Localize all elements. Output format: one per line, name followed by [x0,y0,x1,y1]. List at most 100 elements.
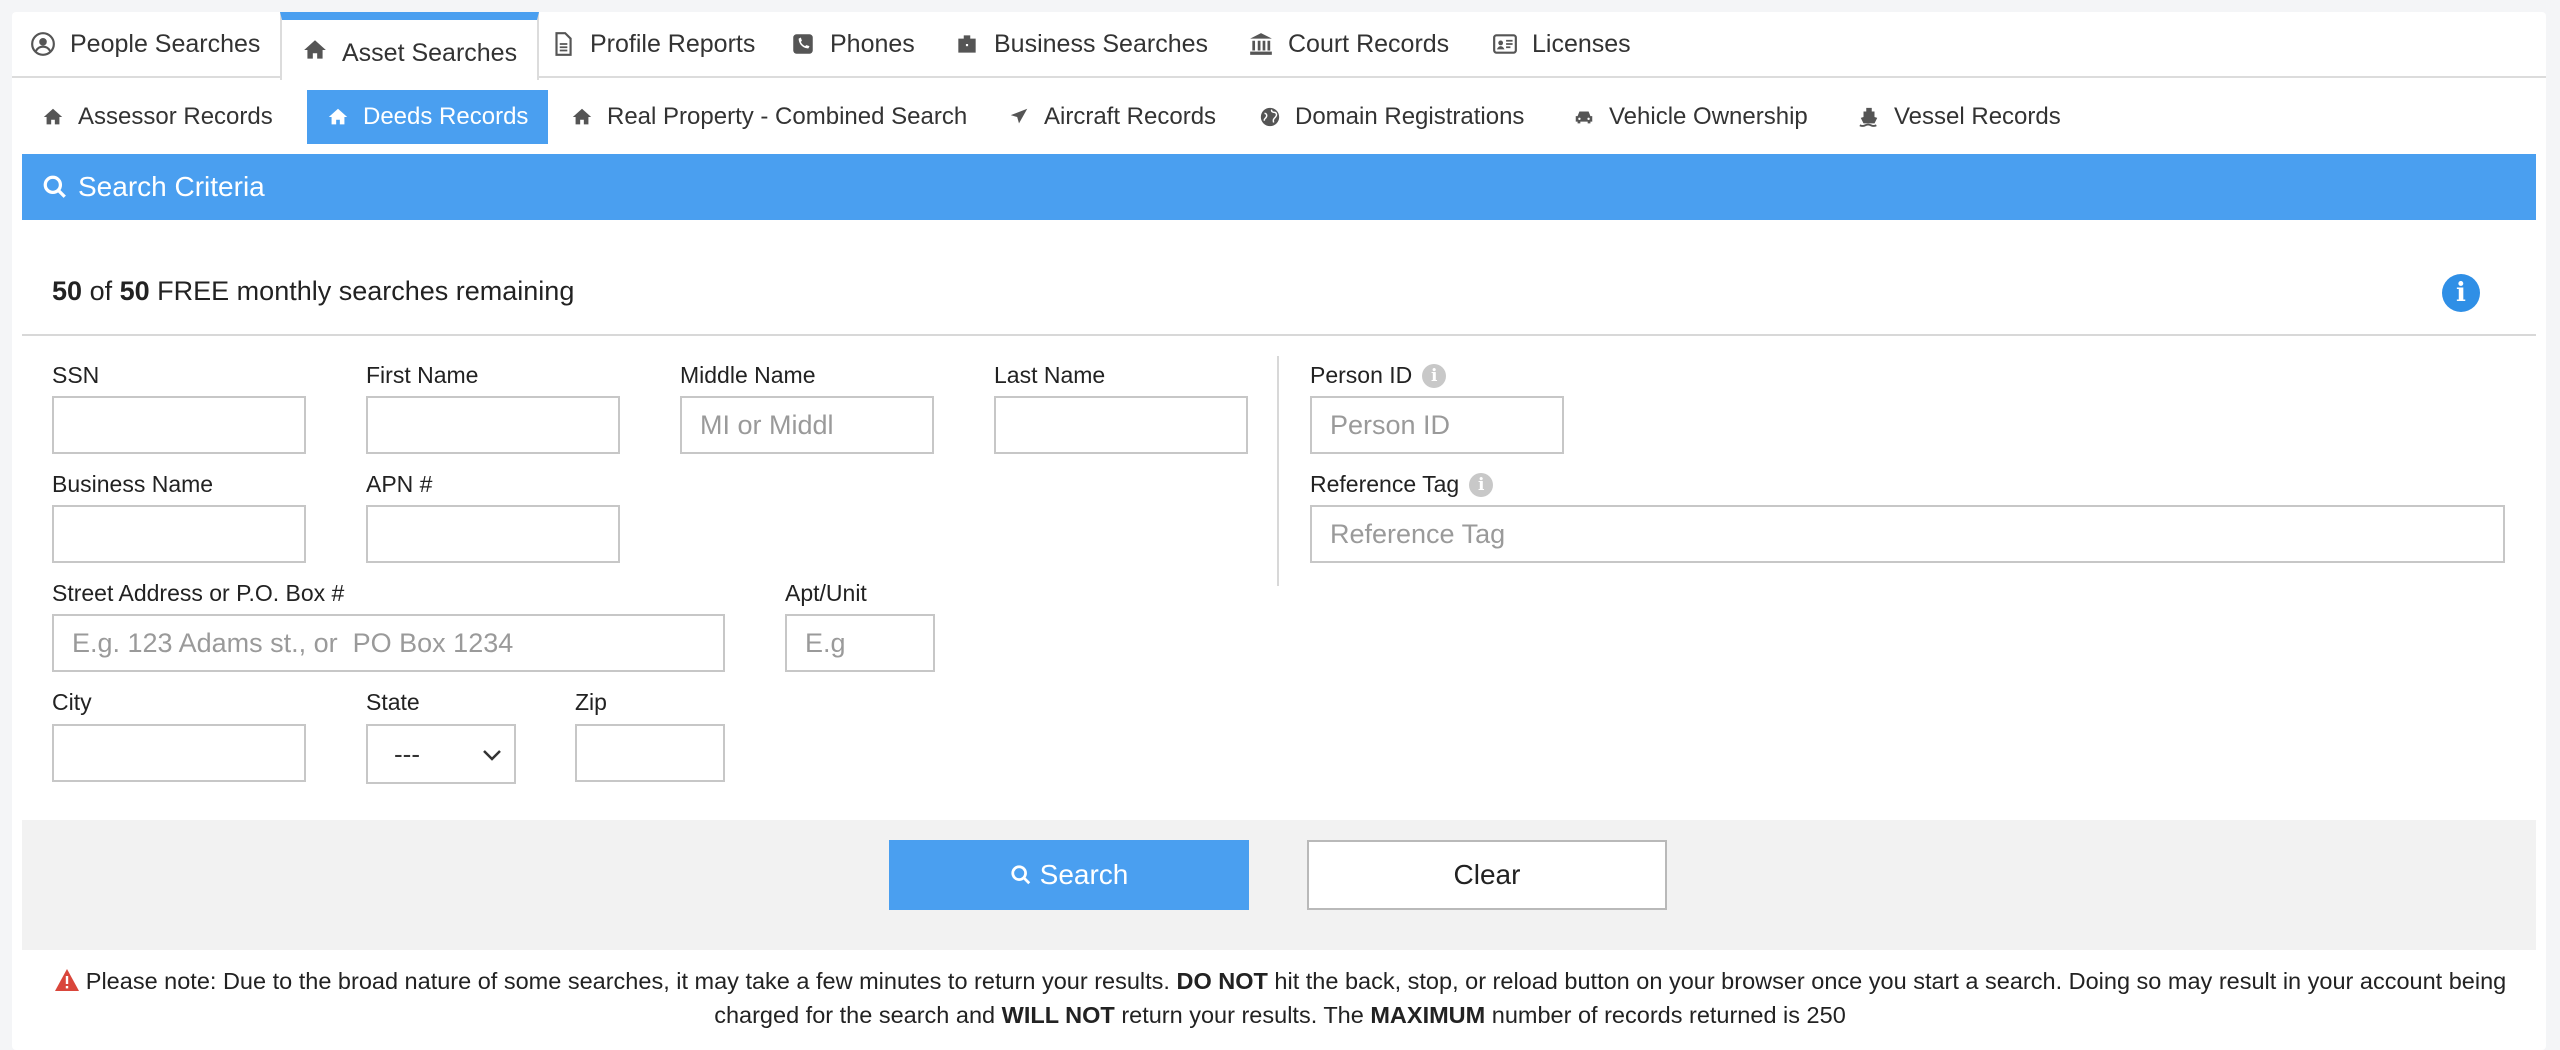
person-id-input[interactable] [1310,396,1564,454]
searches-total: 50 [119,276,150,306]
clear-button-label: Clear [1453,859,1521,890]
middle-name-label: Middle Name [680,362,816,388]
tab-profile-reports[interactable]: Profile Reports [550,14,755,74]
searches-remaining: 50 of 50 FREE monthly searches remaining [52,276,574,307]
tab-asset-searches[interactable]: Asset Searches [280,12,540,80]
subtab-label: Real Property - Combined Search [607,103,968,130]
reference-tag-label: Reference Tag i [1310,471,1494,498]
user-circle-icon [31,32,55,56]
tab-label: People Searches [70,29,261,58]
search-button[interactable]: Search [889,840,1249,910]
last-name-input[interactable] [994,396,1248,454]
notice-text-3: return your results. The [1121,1002,1364,1028]
subtab-real-property[interactable]: Real Property - Combined Search [551,90,987,144]
search-icon [43,175,66,198]
ssn-label: SSN [52,362,100,388]
top-tab-bar: People Searches Asset Searches Profile R… [12,12,2546,80]
ship-icon [1859,107,1878,127]
tab-label: Profile Reports [590,29,756,58]
middle-name-input[interactable] [680,396,934,454]
page-frame: People Searches Asset Searches Profile R… [12,12,2546,1050]
apt-unit-input[interactable] [785,614,935,672]
tab-phones[interactable]: Phones [790,14,915,74]
searches-of: of [89,276,113,306]
action-bar [22,820,2536,950]
subtab-label: Deeds Records [363,103,529,130]
searches-suffix: FREE monthly searches remaining [157,276,575,306]
city-input[interactable] [52,724,306,782]
info-tooltip-icon[interactable]: i [1422,363,1447,388]
home-icon [572,108,592,125]
apn-label: APN # [366,471,433,497]
id-card-icon [1493,34,1517,54]
zip-input[interactable] [575,724,725,782]
notice-bold-3: MAXIMUM [1370,1002,1486,1028]
subtab-domain-registrations[interactable]: Domain Registrations [1239,90,1544,144]
reference-tag-input[interactable] [1310,505,2505,563]
warning-icon [54,969,79,991]
plane-icon [1010,108,1028,124]
courthouse-icon [1250,33,1272,55]
subtab-vessel-records[interactable]: Vessel Records [1838,90,2081,144]
subtab-label: Vessel Records [1894,103,2061,130]
search-notice: Please note: Due to the broad nature of … [52,964,2508,1032]
state-select[interactable]: --- [366,724,516,784]
column-divider [1277,356,1279,586]
subtab-deeds-records[interactable]: Deeds Records [307,90,549,144]
searches-used: 50 [52,276,83,306]
briefcase-icon [958,35,976,53]
subtab-label: Aircraft Records [1044,103,1217,130]
tab-label: Court Records [1288,29,1450,58]
subtab-assessor-records[interactable]: Assessor Records [22,90,293,144]
notice-bold-2: WILL NOT [1001,1002,1115,1028]
section-divider [22,334,2536,336]
last-name-label: Last Name [994,362,1106,388]
person-id-label-text: Person ID [1310,362,1413,388]
search-button-label: Search [1039,859,1129,890]
home-icon [43,108,63,125]
home-icon [328,108,348,125]
apn-input[interactable] [366,505,620,563]
tab-business-searches[interactable]: Business Searches [954,14,1208,74]
person-id-label: Person ID i [1310,362,1447,389]
search-criteria-title: Search Criteria [78,171,265,202]
tab-label: Asset Searches [342,38,518,67]
tab-licenses[interactable]: Licenses [1492,14,1631,74]
chevron-down-icon [483,750,501,761]
ssn-input[interactable] [52,396,306,454]
info-tooltip-icon[interactable]: i [1469,472,1494,497]
reference-tag-label-text: Reference Tag [1310,471,1460,497]
subtab-aircraft-records[interactable]: Aircraft Records [988,90,1236,144]
notice-bold-1: DO NOT [1176,968,1268,994]
tab-label: Phones [830,29,915,58]
phone-icon [793,34,813,54]
search-criteria-header: Search Criteria [22,154,2536,220]
tab-label: Business Searches [994,29,1209,58]
globe-icon [1260,107,1280,127]
subtab-label: Domain Registrations [1295,103,1525,130]
subtab-label: Assessor Records [78,103,273,130]
info-icon[interactable]: i [2442,274,2480,312]
first-name-label: First Name [366,362,479,388]
state-selected-value: --- [394,738,420,769]
tab-label: Licenses [1532,29,1631,58]
business-name-label: Business Name [52,471,214,497]
search-icon [1011,865,1030,885]
zip-label: Zip [575,689,607,715]
apt-unit-label: Apt/Unit [785,580,867,606]
subtab-vehicle-ownership[interactable]: Vehicle Ownership [1553,90,1828,144]
notice-text-1: Please note: Due to the broad nature of … [85,968,1170,994]
first-name-input[interactable] [366,396,620,454]
state-label: State [366,689,420,715]
sub-tab-bar: Assessor Records Deeds Records Real Prop… [22,90,2536,144]
notice-text-4: number of records returned is 250 [1491,1002,1846,1028]
street-address-label: Street Address or P.O. Box # [52,580,345,606]
clear-button[interactable]: Clear [1307,840,1667,910]
subtab-label: Vehicle Ownership [1609,103,1808,130]
business-name-input[interactable] [52,505,306,563]
home-icon [304,40,326,59]
document-icon [555,32,572,56]
tab-court-records[interactable]: Court Records [1248,14,1449,74]
street-address-input[interactable] [52,614,725,672]
tab-people-searches[interactable]: People Searches [30,14,260,74]
